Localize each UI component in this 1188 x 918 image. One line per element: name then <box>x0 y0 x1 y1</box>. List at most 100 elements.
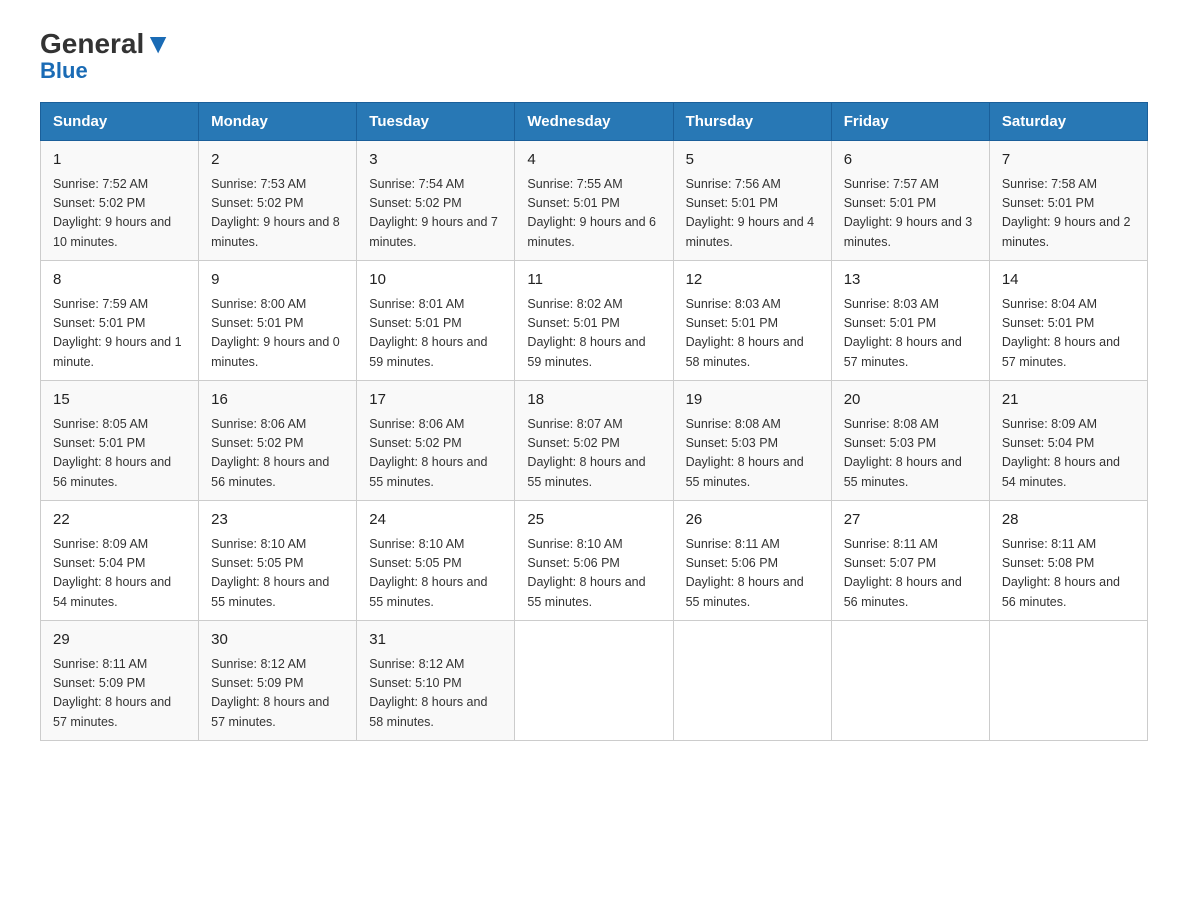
day-number: 5 <box>686 149 819 172</box>
day-cell: 27 Sunrise: 8:11 AM Sunset: 5:07 PM Dayl… <box>831 501 989 621</box>
day-number: 31 <box>369 629 502 652</box>
day-number: 17 <box>369 389 502 412</box>
day-info: Sunrise: 7:54 AM Sunset: 5:02 PM Dayligh… <box>369 175 502 253</box>
day-cell: 19 Sunrise: 8:08 AM Sunset: 5:03 PM Dayl… <box>673 381 831 501</box>
day-info: Sunrise: 8:07 AM Sunset: 5:02 PM Dayligh… <box>527 415 660 493</box>
day-number: 23 <box>211 509 344 532</box>
day-cell: 9 Sunrise: 8:00 AM Sunset: 5:01 PM Dayli… <box>199 261 357 381</box>
day-info: Sunrise: 8:10 AM Sunset: 5:05 PM Dayligh… <box>211 535 344 613</box>
day-cell: 10 Sunrise: 8:01 AM Sunset: 5:01 PM Dayl… <box>357 261 515 381</box>
logo: General▼ Blue <box>40 30 172 82</box>
day-cell: 21 Sunrise: 8:09 AM Sunset: 5:04 PM Dayl… <box>989 381 1147 501</box>
day-cell: 5 Sunrise: 7:56 AM Sunset: 5:01 PM Dayli… <box>673 141 831 261</box>
day-cell: 20 Sunrise: 8:08 AM Sunset: 5:03 PM Dayl… <box>831 381 989 501</box>
day-cell <box>515 621 673 741</box>
day-number: 6 <box>844 149 977 172</box>
day-number: 2 <box>211 149 344 172</box>
day-cell: 28 Sunrise: 8:11 AM Sunset: 5:08 PM Dayl… <box>989 501 1147 621</box>
day-info: Sunrise: 8:10 AM Sunset: 5:05 PM Dayligh… <box>369 535 502 613</box>
day-number: 1 <box>53 149 186 172</box>
day-cell: 14 Sunrise: 8:04 AM Sunset: 5:01 PM Dayl… <box>989 261 1147 381</box>
day-number: 7 <box>1002 149 1135 172</box>
day-info: Sunrise: 7:59 AM Sunset: 5:01 PM Dayligh… <box>53 295 186 373</box>
day-info: Sunrise: 7:53 AM Sunset: 5:02 PM Dayligh… <box>211 175 344 253</box>
day-number: 9 <box>211 269 344 292</box>
day-info: Sunrise: 8:11 AM Sunset: 5:06 PM Dayligh… <box>686 535 819 613</box>
day-number: 28 <box>1002 509 1135 532</box>
day-cell: 26 Sunrise: 8:11 AM Sunset: 5:06 PM Dayl… <box>673 501 831 621</box>
week-row-5: 29 Sunrise: 8:11 AM Sunset: 5:09 PM Dayl… <box>41 621 1148 741</box>
logo-triangle-icon: ▼ <box>144 28 172 59</box>
day-number: 21 <box>1002 389 1135 412</box>
day-number: 3 <box>369 149 502 172</box>
day-number: 18 <box>527 389 660 412</box>
logo-general-text: General▼ <box>40 30 172 58</box>
day-cell: 25 Sunrise: 8:10 AM Sunset: 5:06 PM Dayl… <box>515 501 673 621</box>
day-number: 13 <box>844 269 977 292</box>
day-cell: 16 Sunrise: 8:06 AM Sunset: 5:02 PM Dayl… <box>199 381 357 501</box>
day-cell: 13 Sunrise: 8:03 AM Sunset: 5:01 PM Dayl… <box>831 261 989 381</box>
day-cell: 12 Sunrise: 8:03 AM Sunset: 5:01 PM Dayl… <box>673 261 831 381</box>
day-number: 29 <box>53 629 186 652</box>
day-cell: 17 Sunrise: 8:06 AM Sunset: 5:02 PM Dayl… <box>357 381 515 501</box>
day-number: 12 <box>686 269 819 292</box>
day-info: Sunrise: 8:00 AM Sunset: 5:01 PM Dayligh… <box>211 295 344 373</box>
col-monday: Monday <box>199 103 357 141</box>
day-cell: 1 Sunrise: 7:52 AM Sunset: 5:02 PM Dayli… <box>41 141 199 261</box>
day-cell: 4 Sunrise: 7:55 AM Sunset: 5:01 PM Dayli… <box>515 141 673 261</box>
day-cell <box>673 621 831 741</box>
day-info: Sunrise: 8:09 AM Sunset: 5:04 PM Dayligh… <box>1002 415 1135 493</box>
day-cell: 18 Sunrise: 8:07 AM Sunset: 5:02 PM Dayl… <box>515 381 673 501</box>
day-number: 4 <box>527 149 660 172</box>
day-number: 10 <box>369 269 502 292</box>
day-cell: 31 Sunrise: 8:12 AM Sunset: 5:10 PM Dayl… <box>357 621 515 741</box>
day-info: Sunrise: 8:06 AM Sunset: 5:02 PM Dayligh… <box>211 415 344 493</box>
day-info: Sunrise: 8:04 AM Sunset: 5:01 PM Dayligh… <box>1002 295 1135 373</box>
day-number: 15 <box>53 389 186 412</box>
day-number: 14 <box>1002 269 1135 292</box>
week-row-2: 8 Sunrise: 7:59 AM Sunset: 5:01 PM Dayli… <box>41 261 1148 381</box>
day-info: Sunrise: 8:11 AM Sunset: 5:09 PM Dayligh… <box>53 655 186 733</box>
day-cell: 15 Sunrise: 8:05 AM Sunset: 5:01 PM Dayl… <box>41 381 199 501</box>
col-saturday: Saturday <box>989 103 1147 141</box>
day-info: Sunrise: 8:08 AM Sunset: 5:03 PM Dayligh… <box>844 415 977 493</box>
day-info: Sunrise: 8:12 AM Sunset: 5:10 PM Dayligh… <box>369 655 502 733</box>
day-info: Sunrise: 7:56 AM Sunset: 5:01 PM Dayligh… <box>686 175 819 253</box>
day-number: 25 <box>527 509 660 532</box>
day-info: Sunrise: 8:06 AM Sunset: 5:02 PM Dayligh… <box>369 415 502 493</box>
day-number: 24 <box>369 509 502 532</box>
col-friday: Friday <box>831 103 989 141</box>
calendar-header: Sunday Monday Tuesday Wednesday Thursday… <box>41 103 1148 141</box>
day-info: Sunrise: 7:52 AM Sunset: 5:02 PM Dayligh… <box>53 175 186 253</box>
day-info: Sunrise: 8:10 AM Sunset: 5:06 PM Dayligh… <box>527 535 660 613</box>
day-cell <box>831 621 989 741</box>
day-info: Sunrise: 7:58 AM Sunset: 5:01 PM Dayligh… <box>1002 175 1135 253</box>
day-info: Sunrise: 8:05 AM Sunset: 5:01 PM Dayligh… <box>53 415 186 493</box>
day-info: Sunrise: 8:11 AM Sunset: 5:07 PM Dayligh… <box>844 535 977 613</box>
day-number: 16 <box>211 389 344 412</box>
day-number: 20 <box>844 389 977 412</box>
day-number: 11 <box>527 269 660 292</box>
day-cell: 8 Sunrise: 7:59 AM Sunset: 5:01 PM Dayli… <box>41 261 199 381</box>
day-cell: 23 Sunrise: 8:10 AM Sunset: 5:05 PM Dayl… <box>199 501 357 621</box>
week-row-1: 1 Sunrise: 7:52 AM Sunset: 5:02 PM Dayli… <box>41 141 1148 261</box>
day-info: Sunrise: 8:03 AM Sunset: 5:01 PM Dayligh… <box>686 295 819 373</box>
day-number: 27 <box>844 509 977 532</box>
day-info: Sunrise: 7:57 AM Sunset: 5:01 PM Dayligh… <box>844 175 977 253</box>
day-cell: 29 Sunrise: 8:11 AM Sunset: 5:09 PM Dayl… <box>41 621 199 741</box>
col-sunday: Sunday <box>41 103 199 141</box>
day-info: Sunrise: 8:08 AM Sunset: 5:03 PM Dayligh… <box>686 415 819 493</box>
day-cell: 2 Sunrise: 7:53 AM Sunset: 5:02 PM Dayli… <box>199 141 357 261</box>
day-cell: 24 Sunrise: 8:10 AM Sunset: 5:05 PM Dayl… <box>357 501 515 621</box>
col-tuesday: Tuesday <box>357 103 515 141</box>
calendar-table: Sunday Monday Tuesday Wednesday Thursday… <box>40 102 1148 741</box>
day-info: Sunrise: 8:12 AM Sunset: 5:09 PM Dayligh… <box>211 655 344 733</box>
day-cell: 22 Sunrise: 8:09 AM Sunset: 5:04 PM Dayl… <box>41 501 199 621</box>
day-info: Sunrise: 8:09 AM Sunset: 5:04 PM Dayligh… <box>53 535 186 613</box>
day-info: Sunrise: 8:02 AM Sunset: 5:01 PM Dayligh… <box>527 295 660 373</box>
day-info: Sunrise: 8:01 AM Sunset: 5:01 PM Dayligh… <box>369 295 502 373</box>
page-header: General▼ Blue <box>40 30 1148 82</box>
day-info: Sunrise: 8:03 AM Sunset: 5:01 PM Dayligh… <box>844 295 977 373</box>
col-wednesday: Wednesday <box>515 103 673 141</box>
day-cell: 6 Sunrise: 7:57 AM Sunset: 5:01 PM Dayli… <box>831 141 989 261</box>
